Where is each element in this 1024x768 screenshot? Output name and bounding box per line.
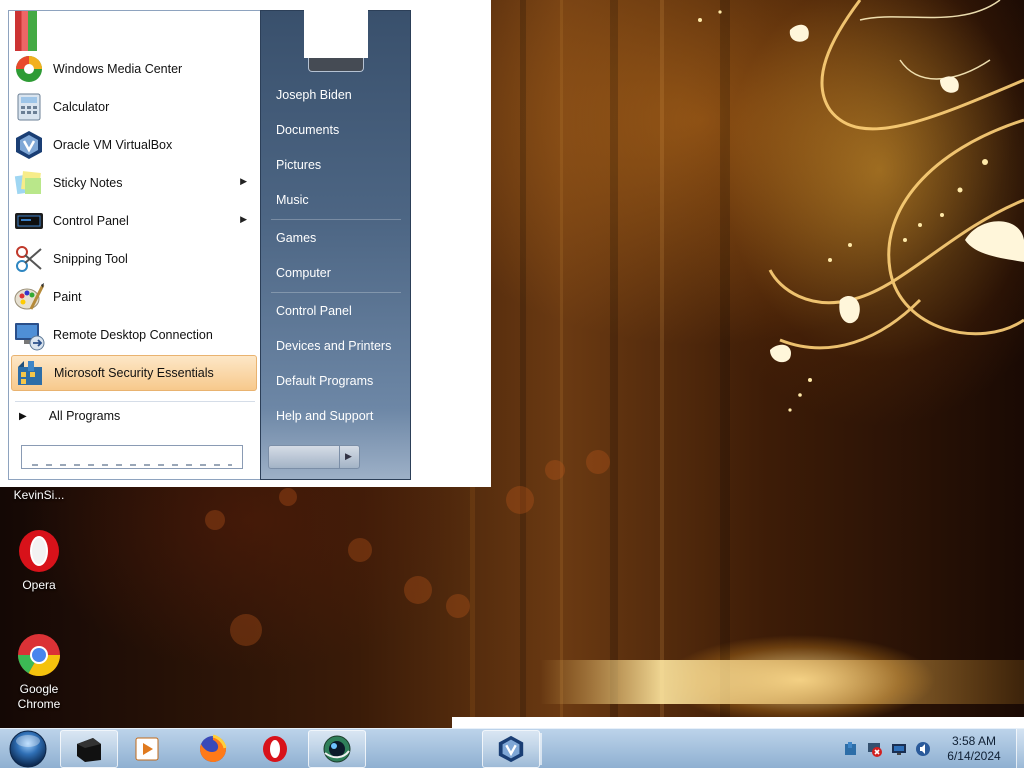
remote-desktop-icon (13, 319, 45, 351)
program-control-panel[interactable]: Control Panel ▶ (11, 203, 257, 239)
globe-app-icon (323, 735, 351, 763)
scissors-icon (13, 243, 45, 275)
search-input-placeholder-strip (32, 464, 232, 466)
taskbar-virtualbox-button[interactable] (482, 730, 540, 768)
program-label: Sticky Notes (53, 176, 123, 190)
calculator-icon (13, 91, 45, 123)
taskbar: 3:58 AM 6/14/2024 (0, 728, 1024, 768)
program-label: Snipping Tool (53, 252, 128, 266)
program-label: Paint (53, 290, 82, 304)
display-icon[interactable] (891, 741, 907, 757)
start-menu: Windows Media Center Calculator Oracle V… (0, 0, 491, 487)
program-label: Microsoft Security Essentials (54, 366, 214, 380)
security-essentials-icon (14, 357, 46, 389)
volume-icon[interactable] (915, 741, 931, 757)
taskbar-firefox-button[interactable] (184, 730, 242, 768)
link-control-panel[interactable]: Control Panel (276, 304, 352, 318)
link-computer[interactable]: Computer (276, 266, 331, 280)
pinned-program-icon-partial (15, 11, 37, 51)
expand-arrow-icon: ▶ (19, 410, 27, 422)
program-label: Calculator (53, 100, 110, 114)
taskbar-globe-app-button[interactable] (308, 730, 366, 768)
chrome-icon (16, 632, 62, 678)
control-panel-icon (13, 205, 45, 237)
screen-artifact-strip (452, 717, 1024, 728)
sticky-notes-icon (13, 167, 45, 199)
program-label: Oracle VM VirtualBox (53, 138, 173, 152)
program-calculator[interactable]: Calculator (11, 89, 257, 125)
opera-icon (16, 528, 62, 574)
desktop-icon-user-folder[interactable]: KevinSi... (1, 488, 77, 503)
all-programs-label: All Programs (48, 409, 121, 423)
network-error-icon[interactable] (867, 741, 883, 757)
start-menu-places-pane: Joseph Biden Documents Pictures Music Ga… (260, 10, 411, 480)
firefox-icon (200, 734, 227, 762)
all-programs-button[interactable]: ▶ All Programs (19, 409, 120, 423)
link-help-and-support[interactable]: Help and Support (276, 409, 373, 423)
shutdown-options-divider (339, 446, 340, 468)
system-clock[interactable]: 3:58 AM 6/14/2024 (934, 734, 1014, 764)
start-menu-programs-pane: Windows Media Center Calculator Oracle V… (8, 10, 260, 480)
link-pictures[interactable]: Pictures (276, 158, 321, 172)
shutdown-button[interactable]: ▶ (268, 445, 360, 469)
windows-orb-icon (9, 730, 47, 768)
program-sticky-notes[interactable]: Sticky Notes ▶ (11, 165, 257, 201)
separator (271, 292, 401, 293)
clock-time: 3:58 AM (951, 734, 997, 748)
link-devices-and-printers[interactable]: Devices and Printers (276, 339, 391, 353)
opera-icon (263, 736, 287, 762)
separator (271, 219, 401, 220)
program-paint[interactable]: Paint (11, 279, 257, 315)
user-picture[interactable] (304, 0, 368, 58)
program-label: Remote Desktop Connection (53, 328, 213, 342)
desktop-icon-chrome[interactable]: Google Chrome (1, 632, 77, 712)
clock-date: 6/14/2024 (947, 749, 1001, 763)
media-player-icon (135, 737, 159, 761)
security-shield-icon[interactable] (843, 741, 859, 757)
program-security-essentials[interactable]: Microsoft Security Essentials (11, 355, 257, 391)
desktop-icon-label: Opera (22, 578, 56, 592)
submenu-arrow-icon: ▶ (240, 214, 247, 224)
link-games[interactable]: Games (276, 231, 316, 245)
taskbar-separator (540, 733, 542, 765)
link-user-folder[interactable]: Joseph Biden (276, 88, 352, 102)
virtualbox-icon (13, 129, 45, 161)
link-documents[interactable]: Documents (276, 123, 339, 137)
program-label: Control Panel (53, 214, 129, 228)
program-virtualbox[interactable]: Oracle VM VirtualBox (11, 127, 257, 163)
user-picture-frame (308, 58, 364, 72)
shutdown-options-arrow-icon[interactable]: ▶ (345, 451, 352, 462)
taskbar-opera-button[interactable] (246, 730, 304, 768)
program-label: Windows Media Center (53, 62, 183, 76)
desktop-icon-opera[interactable]: Opera (1, 528, 77, 593)
program-snipping-tool[interactable]: Snipping Tool (11, 241, 257, 277)
submenu-arrow-icon: ▶ (240, 176, 247, 186)
paint-icon (13, 281, 45, 313)
program-remote-desktop[interactable]: Remote Desktop Connection (11, 317, 257, 353)
taskbar-terminal-button[interactable] (60, 730, 118, 768)
show-desktop-button[interactable] (1016, 729, 1024, 768)
media-center-icon (13, 53, 45, 85)
terminal-icon (77, 738, 101, 762)
program-windows-media-center[interactable]: Windows Media Center (11, 51, 257, 87)
separator (15, 401, 255, 402)
search-programs-input[interactable] (21, 445, 243, 469)
link-default-programs[interactable]: Default Programs (276, 374, 373, 388)
taskbar-media-player-button[interactable] (118, 730, 176, 768)
start-button[interactable] (5, 730, 51, 768)
link-music[interactable]: Music (276, 193, 309, 207)
virtualbox-icon (498, 735, 524, 763)
desktop-icon-label: KevinSi... (13, 488, 65, 502)
desktop-icon-label: Google Chrome (17, 682, 61, 711)
